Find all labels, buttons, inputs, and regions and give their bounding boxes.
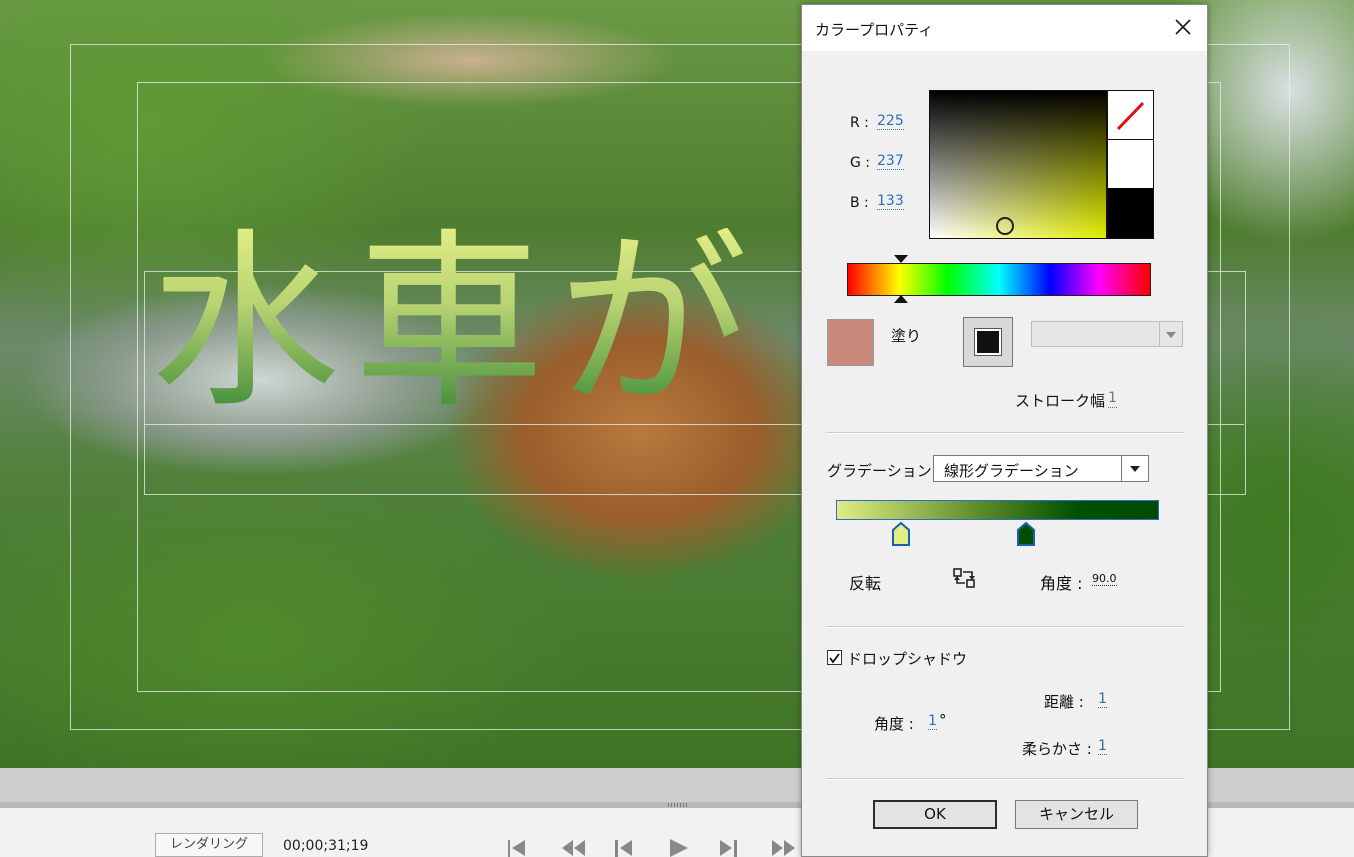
color-picker-area[interactable] [929, 90, 1107, 239]
chevron-down-icon[interactable] [1121, 456, 1148, 481]
stroke-width-value[interactable]: 1 [1108, 390, 1117, 408]
hue-marker-bottom-icon[interactable] [894, 295, 908, 303]
reverse-label: 反転 [849, 574, 882, 593]
gradation-type-dropdown[interactable]: 線形グラデーション [933, 455, 1149, 482]
shadow-distance-label: 距離 : [1044, 693, 1084, 711]
title-text-overlay[interactable]: 水車が [150, 228, 762, 418]
gradient-stop-start[interactable] [892, 521, 910, 546]
chevron-down-icon[interactable] [1159, 322, 1182, 346]
shadow-distance-value[interactable]: 1 [1098, 691, 1107, 708]
dialog-title: カラープロパティ [815, 21, 934, 39]
fill-label: 塗り [891, 327, 922, 345]
shadow-angle-value[interactable]: 1 [928, 713, 937, 730]
g-label: G : [850, 155, 871, 171]
b-value[interactable]: 133 [877, 193, 904, 210]
gradient-preview-bar[interactable] [836, 500, 1159, 520]
swap-icon[interactable] [952, 566, 978, 590]
white-swatch[interactable] [1108, 140, 1153, 188]
r-value[interactable]: 225 [877, 113, 904, 130]
gradation-label: グラデーション [827, 462, 932, 480]
cancel-button[interactable]: キャンセル [1015, 800, 1138, 829]
drop-shadow-checkbox[interactable] [827, 650, 842, 665]
divider [826, 778, 1185, 780]
b-label: B : [850, 195, 869, 211]
preset-swatches [1107, 90, 1154, 239]
stroke-color-button[interactable] [963, 317, 1013, 367]
checkmark-icon [829, 653, 840, 664]
shadow-angle-unit: ° [939, 711, 947, 729]
gradient-angle-value[interactable]: 90.0 [1092, 572, 1117, 586]
stroke-style-dropdown[interactable] [1031, 321, 1183, 347]
gradient-stop-end[interactable] [1017, 521, 1035, 546]
no-color-icon [1116, 101, 1145, 131]
divider [826, 626, 1185, 628]
hue-slider[interactable] [847, 263, 1151, 296]
step-forward-icon[interactable] [717, 836, 741, 857]
rewind-icon[interactable] [560, 836, 585, 857]
skip-to-start-icon[interactable] [505, 836, 529, 857]
ok-button[interactable]: OK [873, 800, 997, 829]
fast-forward-icon[interactable] [770, 836, 795, 857]
dialog-titlebar[interactable]: カラープロパティ [802, 5, 1207, 51]
timecode-display: 00;00;31;19 [283, 838, 369, 854]
gradation-type-value: 線形グラデーション [944, 462, 1079, 480]
stroke-width-label: ストローク幅 [1015, 392, 1106, 410]
play-icon[interactable] [666, 836, 690, 857]
gradient-angle-label: 角度 : [1040, 574, 1083, 593]
shadow-softness-value[interactable]: 1 [1098, 738, 1107, 755]
r-label: R : [850, 115, 869, 131]
fill-color-swatch[interactable] [827, 319, 874, 366]
drop-shadow-label[interactable]: ドロップシャドウ [847, 648, 967, 669]
divider [826, 432, 1185, 434]
render-button[interactable]: レンダリング [155, 833, 263, 857]
splitter-grip-icon[interactable] [668, 803, 688, 807]
shadow-softness-label: 柔らかさ : [1022, 740, 1092, 758]
step-back-icon[interactable] [612, 836, 636, 857]
stroke-square-icon [974, 328, 1002, 356]
hue-marker-top-icon[interactable] [894, 255, 908, 263]
color-picker-cursor[interactable] [996, 217, 1014, 235]
g-value[interactable]: 237 [877, 153, 904, 170]
close-icon[interactable] [1169, 13, 1197, 41]
no-color-swatch[interactable] [1108, 91, 1153, 140]
color-properties-dialog: カラープロパティ R : 225 G : 237 B : 133 塗り ストロー… [801, 4, 1208, 857]
shadow-angle-label: 角度 : [874, 715, 914, 733]
